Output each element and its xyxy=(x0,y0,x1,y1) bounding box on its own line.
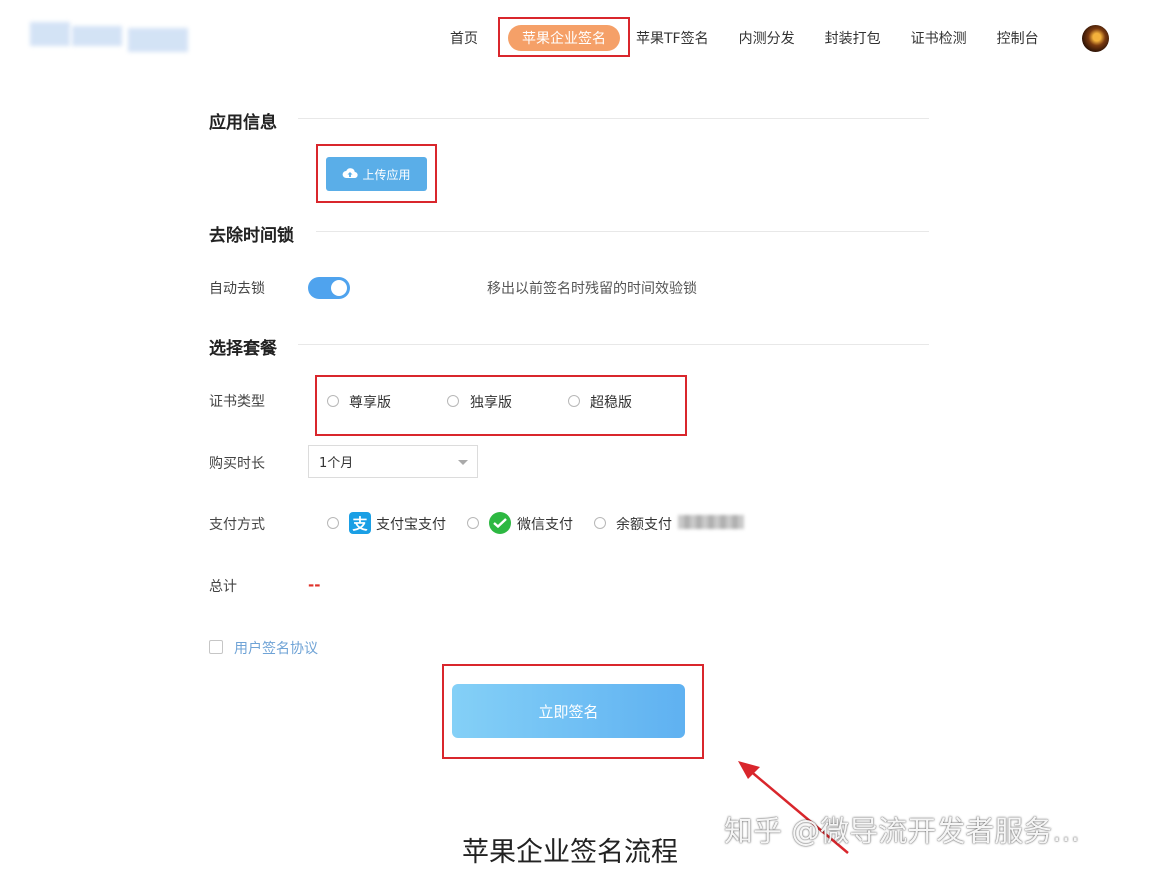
watermark: 知乎 @微导流开发者服务... xyxy=(724,814,1080,848)
total-value: -- xyxy=(308,576,321,594)
cert-radio-exclusive[interactable] xyxy=(447,395,459,407)
flow-title: 苹果企业签名流程 xyxy=(462,837,678,868)
pay-option-balance[interactable]: 余额支付 xyxy=(616,514,672,534)
cert-type-label: 证书类型 xyxy=(209,394,265,410)
total-label: 总计 xyxy=(209,579,237,595)
duration-label: 购买时长 xyxy=(209,456,265,472)
time-lock-hint: 移出以前签名时残留的时间效验锁 xyxy=(487,281,697,297)
cert-option-exclusive[interactable]: 独享版 xyxy=(470,392,512,412)
wechat-pay-icon xyxy=(489,512,511,534)
pay-option-alipay[interactable]: 支付宝支付 xyxy=(376,514,446,534)
agreement-checkbox[interactable] xyxy=(209,640,223,654)
nav-home[interactable]: 首页 xyxy=(450,28,478,48)
divider xyxy=(298,118,929,119)
duration-value: 1个月 xyxy=(319,456,354,471)
agreement-link[interactable]: 用户签名协议 xyxy=(234,638,318,658)
cert-radio-stable[interactable] xyxy=(568,395,580,407)
auto-unlock-toggle[interactable] xyxy=(308,277,350,299)
upload-app-label: 上传应用 xyxy=(362,167,411,182)
pay-radio-balance[interactable] xyxy=(594,517,606,529)
alipay-icon: 支 xyxy=(349,512,371,534)
sign-now-button[interactable]: 立即签名 xyxy=(452,684,685,738)
duration-select[interactable]: 1个月 xyxy=(308,445,478,478)
cloud-upload-icon xyxy=(342,167,359,182)
divider xyxy=(316,231,929,232)
pay-radio-wechat[interactable] xyxy=(467,517,479,529)
section-title-app-info: 应用信息 xyxy=(209,113,277,133)
avatar[interactable] xyxy=(1082,25,1109,52)
nav-enterprise-sign[interactable]: 苹果企业签名 xyxy=(508,25,620,51)
cert-option-stable[interactable]: 超稳版 xyxy=(590,392,632,412)
pay-radio-alipay[interactable] xyxy=(327,517,339,529)
divider xyxy=(298,344,929,345)
section-title-time-lock: 去除时间锁 xyxy=(209,226,294,246)
upload-app-button[interactable]: 上传应用 xyxy=(326,157,427,191)
pay-option-wechat[interactable]: 微信支付 xyxy=(517,514,573,534)
cert-radio-premium[interactable] xyxy=(327,395,339,407)
nav-cert-check[interactable]: 证书检测 xyxy=(911,28,967,48)
payment-label: 支付方式 xyxy=(209,517,265,533)
cert-option-premium[interactable]: 尊享版 xyxy=(349,392,391,412)
top-nav: 首页 苹果企业签名 苹果TF签名 内测分发 封装打包 证书检测 控制台 xyxy=(450,24,1069,52)
logo[interactable] xyxy=(28,18,193,58)
nav-tf-sign[interactable]: 苹果TF签名 xyxy=(636,28,709,48)
nav-packaging[interactable]: 封装打包 xyxy=(825,28,881,48)
auto-unlock-label: 自动去锁 xyxy=(209,281,265,297)
nav-console[interactable]: 控制台 xyxy=(997,28,1039,48)
balance-amount-blurred xyxy=(678,515,744,529)
chevron-down-icon xyxy=(458,460,468,465)
nav-beta-distribution[interactable]: 内测分发 xyxy=(739,28,795,48)
section-title-package: 选择套餐 xyxy=(209,339,277,359)
toggle-knob xyxy=(331,280,347,296)
